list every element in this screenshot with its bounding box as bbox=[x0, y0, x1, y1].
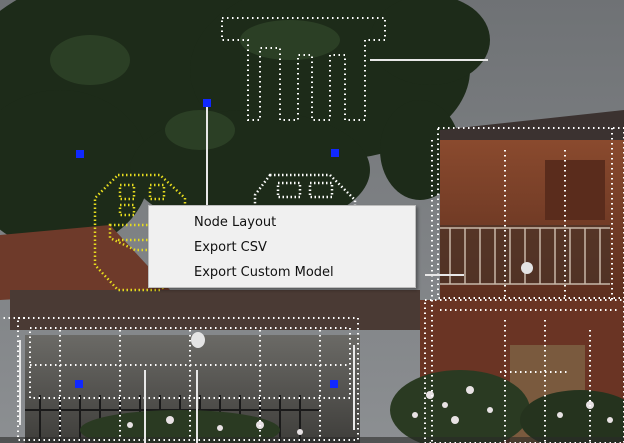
menu-item-export-csv[interactable]: Export CSV bbox=[149, 235, 415, 260]
garage-handle-node bbox=[191, 332, 205, 348]
control-node-top bbox=[203, 99, 211, 107]
menu-item-node-layout[interactable]: Node Layout bbox=[149, 210, 415, 235]
balcony-handle-node bbox=[521, 262, 533, 274]
balcony-rails bbox=[440, 227, 610, 285]
upper-window bbox=[545, 160, 605, 220]
context-menu: Node Layout Export CSV Export Custom Mod… bbox=[148, 205, 416, 288]
menu-item-export-custom-model[interactable]: Export Custom Model bbox=[149, 260, 415, 285]
control-node-right bbox=[331, 149, 339, 157]
control-node-bottom-right bbox=[330, 380, 338, 388]
control-node-bottom-left bbox=[75, 380, 83, 388]
viewport-canvas[interactable]: Node Layout Export CSV Export Custom Mod… bbox=[0, 0, 624, 443]
control-node-left bbox=[76, 150, 84, 158]
